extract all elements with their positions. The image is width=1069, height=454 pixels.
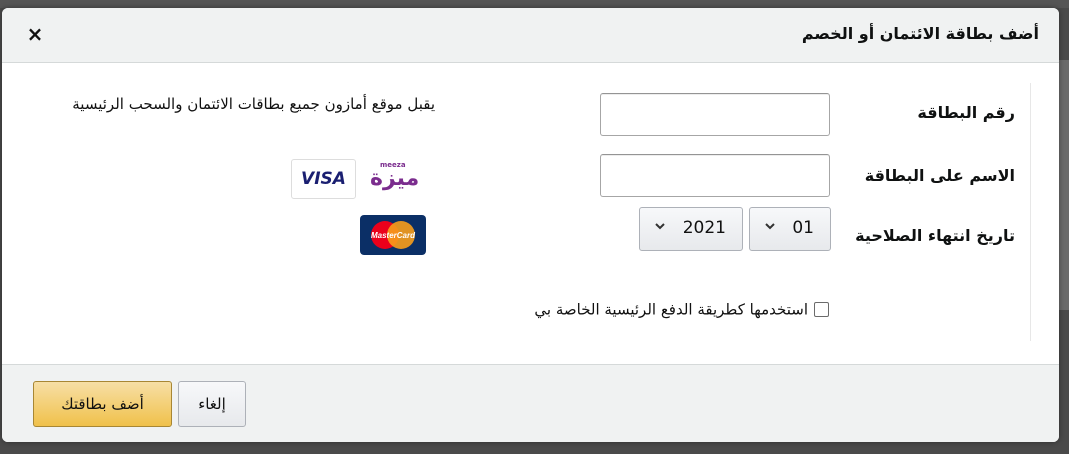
expiry-year-value: 2021: [682, 218, 726, 238]
default-payment-option[interactable]: استخدمها كطريقة الدفع الرئيسية الخاصة بي: [534, 300, 829, 319]
default-payment-label: استخدمها كطريقة الدفع الرئيسية الخاصة بي: [534, 300, 808, 319]
add-card-button[interactable]: أضف بطاقتك: [33, 381, 172, 427]
modal-header: أضف بطاقة الائتمان أو الخصم ×: [2, 8, 1059, 63]
expiry-month-value: 01: [792, 218, 814, 238]
card-name-input[interactable]: [600, 154, 830, 197]
cancel-button[interactable]: إلغاء: [178, 381, 246, 427]
modal-footer: إلغاء أضف بطاقتك: [2, 364, 1059, 442]
card-number-label: رقم البطاقة: [917, 103, 1015, 122]
modal-title: أضف بطاقة الائتمان أو الخصم: [801, 24, 1039, 43]
side-divider: [1030, 83, 1031, 341]
chevron-down-icon: [764, 218, 776, 236]
expiry-label: تاريخ انتهاء الصلاحية: [855, 226, 1015, 245]
expiry-year-select[interactable]: 2021: [639, 207, 743, 251]
accepted-cards-text: يقبل موقع أمازون جميع بطاقات الائتمان وا…: [72, 95, 435, 113]
add-card-modal: أضف بطاقة الائتمان أو الخصم × رقم البطاق…: [2, 8, 1059, 442]
card-name-label: الاسم على البطاقة: [864, 166, 1015, 185]
chevron-down-icon: [654, 218, 666, 236]
modal-body: رقم البطاقة الاسم على البطاقة تاريخ انته…: [2, 63, 1059, 363]
default-payment-checkbox[interactable]: [814, 302, 829, 317]
meeza-logo: meeza ميزة: [370, 161, 420, 191]
close-icon[interactable]: ×: [24, 21, 46, 47]
visa-logo: VISA: [291, 159, 356, 199]
mastercard-logo-text: MasterCard: [371, 231, 416, 240]
mastercard-logo: MasterCard: [360, 215, 426, 255]
card-number-input[interactable]: [600, 93, 830, 136]
background-header: [0, 0, 1069, 8]
expiry-month-select[interactable]: 01: [749, 207, 831, 251]
